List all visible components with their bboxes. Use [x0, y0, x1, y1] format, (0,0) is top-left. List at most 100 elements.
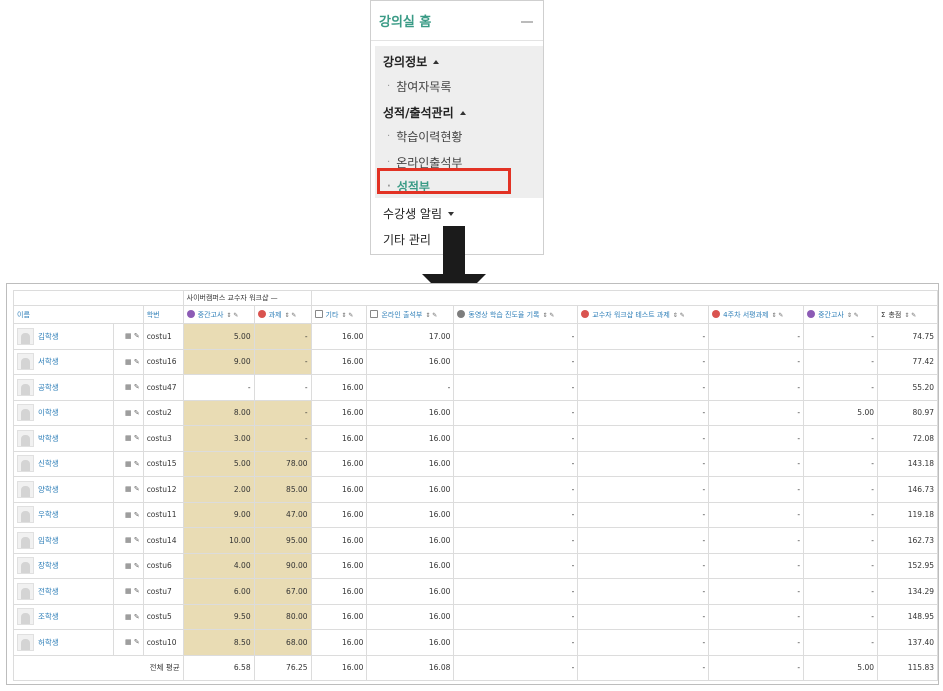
edit-icon[interactable]: ✎ [134, 562, 140, 570]
grade-cell[interactable]: - [803, 450, 878, 477]
row-action-icons[interactable]: ▦ ✎ [112, 501, 144, 528]
grade-cell[interactable]: 16.00 [366, 425, 455, 452]
grade-cell[interactable]: 16.00 [310, 552, 368, 579]
grade-cell[interactable]: 5.00 [182, 450, 255, 477]
column-header-assignment[interactable]: 과제 ⇕ ✎ [253, 305, 312, 324]
grade-cell[interactable]: 47.00 [253, 501, 312, 528]
student-cell[interactable]: 양학생 [13, 476, 114, 503]
column-header-week4-review[interactable]: 4주차 서평과제 ⇕ ✎ [708, 305, 805, 324]
student-name-link[interactable]: 이학생 [38, 407, 59, 418]
student-name-link[interactable]: 박학생 [38, 433, 59, 444]
grade-cell[interactable]: - [708, 501, 805, 528]
edit-icon[interactable]: ✎ [134, 638, 140, 646]
grade-cell[interactable]: - [708, 527, 805, 554]
grade-cell[interactable]: - [577, 603, 710, 630]
grade-cell[interactable]: - [577, 348, 710, 375]
grade-cell[interactable]: - [708, 374, 805, 401]
grade-cell[interactable]: - [803, 578, 878, 605]
grade-table-icon[interactable]: ▦ [125, 638, 132, 646]
grade-cell[interactable]: 16.00 [366, 603, 455, 630]
grade-cell[interactable]: 85.00 [253, 476, 312, 503]
grade-cell[interactable]: - [453, 552, 579, 579]
grade-cell[interactable]: - [577, 527, 710, 554]
row-action-icons[interactable]: ▦ ✎ [112, 603, 144, 630]
grade-cell[interactable]: - [577, 425, 710, 452]
grade-cell[interactable]: 3.00 [182, 425, 255, 452]
grade-cell[interactable]: 9.00 [182, 501, 255, 528]
grade-cell[interactable]: - [708, 476, 805, 503]
grade-cell[interactable]: - [803, 527, 878, 554]
grade-cell[interactable]: - [453, 603, 579, 630]
row-action-icons[interactable]: ▦ ✎ [112, 629, 144, 656]
column-header-midterm[interactable]: 중간고사 ⇕ ✎ [182, 305, 255, 324]
collapse-icon[interactable] [521, 20, 533, 23]
menu-section-course-info[interactable]: 강의정보 [383, 53, 440, 70]
grade-cell[interactable]: 16.00 [366, 578, 455, 605]
grade-cell[interactable]: - [253, 348, 312, 375]
grade-cell[interactable]: 68.00 [253, 629, 312, 656]
grade-table-icon[interactable]: ▦ [125, 511, 132, 519]
column-header-total[interactable]: Σ 총점 ⇕ ✎ [877, 305, 938, 324]
row-action-icons[interactable]: ▦ ✎ [112, 399, 144, 426]
student-cell[interactable]: 장학생 [13, 552, 114, 579]
grade-cell[interactable]: 134.29 [877, 578, 938, 605]
grade-cell[interactable]: 152.95 [877, 552, 938, 579]
column-header-id[interactable]: 학번 [142, 305, 184, 324]
student-name-link[interactable]: 서학생 [38, 356, 59, 367]
edit-icon[interactable]: ✎ [134, 460, 140, 468]
row-action-icons[interactable]: ▦ ✎ [112, 450, 144, 477]
grade-cell[interactable]: - [253, 399, 312, 426]
grade-cell[interactable]: 137.40 [877, 629, 938, 656]
grade-cell[interactable]: - [803, 476, 878, 503]
grade-table-icon[interactable]: ▦ [125, 358, 132, 366]
grade-cell[interactable]: - [453, 374, 579, 401]
grade-cell[interactable]: - [453, 527, 579, 554]
grade-cell[interactable]: - [708, 629, 805, 656]
grade-cell[interactable]: 16.00 [310, 348, 368, 375]
student-name-link[interactable]: 우학생 [38, 509, 59, 520]
student-name-link[interactable]: 양학생 [38, 484, 59, 495]
student-cell[interactable]: 우학생 [13, 501, 114, 528]
row-action-icons[interactable]: ▦ ✎ [112, 348, 144, 375]
grade-cell[interactable]: - [803, 323, 878, 350]
grade-cell[interactable]: 17.00 [366, 323, 455, 350]
grade-cell[interactable]: 90.00 [253, 552, 312, 579]
grade-cell[interactable]: 10.00 [182, 527, 255, 554]
category-header[interactable]: 사이버캠퍼스 교수자 워크샵 — [182, 290, 312, 306]
grade-cell[interactable]: - [708, 323, 805, 350]
row-action-icons[interactable]: ▦ ✎ [112, 552, 144, 579]
grade-table-icon[interactable]: ▦ [125, 613, 132, 621]
grade-cell[interactable]: 16.00 [366, 450, 455, 477]
grade-cell[interactable]: - [577, 374, 710, 401]
grade-cell[interactable]: - [453, 348, 579, 375]
grade-cell[interactable]: 9.00 [182, 348, 255, 375]
grade-cell[interactable]: 162.73 [877, 527, 938, 554]
grade-cell[interactable]: - [708, 348, 805, 375]
grade-cell[interactable]: 16.00 [310, 450, 368, 477]
grade-cell[interactable]: - [453, 501, 579, 528]
student-cell[interactable]: 김학생 [13, 323, 114, 350]
student-name-link[interactable]: 공학생 [38, 382, 59, 393]
grade-table-icon[interactable]: ▦ [125, 536, 132, 544]
grade-cell[interactable]: 80.97 [877, 399, 938, 426]
grade-cell[interactable]: - [708, 399, 805, 426]
grade-cell[interactable]: 16.00 [366, 348, 455, 375]
student-name-link[interactable]: 전학생 [38, 586, 59, 597]
grade-table-icon[interactable]: ▦ [125, 383, 132, 391]
grade-cell[interactable]: - [803, 501, 878, 528]
grade-cell[interactable]: 143.18 [877, 450, 938, 477]
menu-item-participants[interactable]: · 참여자목록 [387, 78, 451, 95]
grade-cell[interactable]: 5.00 [803, 399, 878, 426]
grade-table-icon[interactable]: ▦ [125, 485, 132, 493]
column-header-online-attendance[interactable]: 온라인 출석부 ⇕ ✎ [366, 305, 455, 324]
grade-cell[interactable]: 16.00 [310, 425, 368, 452]
grade-cell[interactable]: 74.75 [877, 323, 938, 350]
edit-icon[interactable]: ✎ [134, 358, 140, 366]
edit-icon[interactable]: ✎ [134, 536, 140, 544]
row-action-icons[interactable]: ▦ ✎ [112, 578, 144, 605]
grade-cell[interactable]: 16.00 [366, 399, 455, 426]
grade-table-icon[interactable]: ▦ [125, 587, 132, 595]
grade-cell[interactable]: 55.20 [877, 374, 938, 401]
column-header-name[interactable]: 이름 [13, 305, 144, 324]
grade-cell[interactable]: 16.00 [310, 374, 368, 401]
